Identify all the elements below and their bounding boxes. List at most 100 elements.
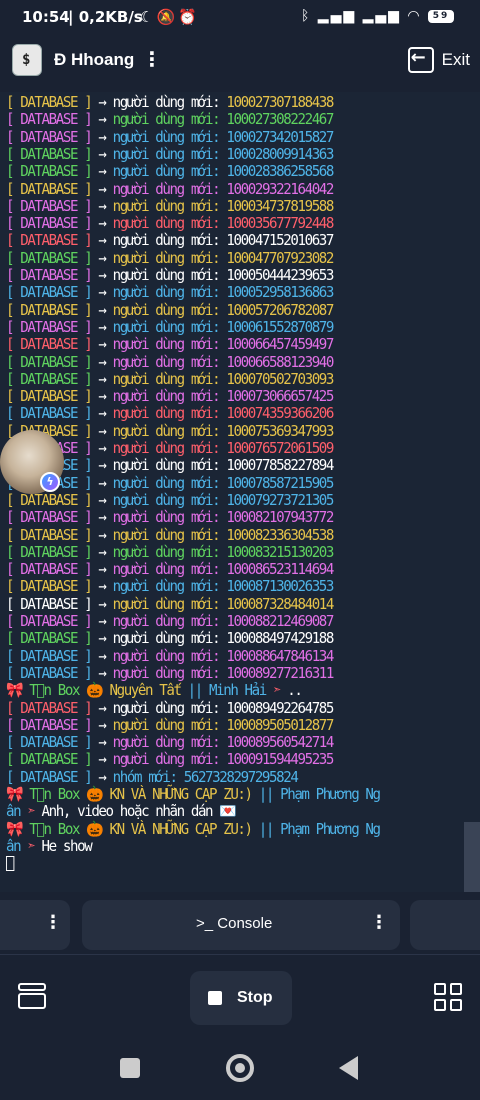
tab-console-label: >_ Console [196, 915, 273, 932]
log-label: người dùng mới: [112, 196, 227, 215]
message-text: He show [41, 836, 93, 855]
terminal-line: ân ➣ He show [6, 836, 93, 856]
log-id: 100082107943772 [226, 508, 334, 527]
terminal-line: [ DATABASE ] → người dùng mới: 100087130… [6, 577, 334, 596]
arrow-icon: → [91, 715, 113, 734]
message-group: KN VÀ NHỮNG CẠP ZU:) [109, 819, 259, 838]
status-left-icons: ☾🔕⏰ [140, 8, 200, 26]
app-bar: Đ Hhoang ⋮ Exit [0, 36, 480, 84]
log-id: 100078587215905 [226, 473, 334, 492]
message-separator: || [258, 785, 281, 803]
terminal-output[interactable]: [ DATABASE ] → người dùng mới: 100027307… [0, 92, 480, 892]
log-id: 100083215130203 [226, 542, 334, 561]
log-label: người dùng mới: [112, 300, 227, 319]
terminal-line: ân ➣ Anh, video hoặc nhãn dán 💌 [6, 803, 237, 821]
arrow-icon: → [91, 750, 113, 769]
mute-icon: 🔕 [156, 8, 179, 26]
exit-icon [407, 47, 434, 73]
log-tag: [ DATABASE ] [6, 196, 93, 215]
log-id: 100061552870879 [226, 317, 334, 336]
log-label: người dùng mới: [112, 421, 227, 440]
terminal-line: [ DATABASE ] → người dùng mới: 100086523… [6, 560, 334, 579]
home-icon[interactable] [226, 1054, 254, 1082]
log-label: người dùng mới: [112, 404, 227, 423]
tab-menu-icon[interactable]: ⋮ [370, 912, 388, 933]
terminal-line: [ DATABASE ] → người dùng mới: 100083215… [6, 542, 334, 562]
signal-icon: ▂▄▆ [317, 8, 357, 24]
arrow-icon: → [91, 93, 113, 111]
terminal-line: 🎀 T󰀀n Box 🎃 Nguyên Tất || Minh Hải ➣ .. [6, 681, 303, 700]
arrow-icon: → [91, 387, 113, 406]
terminal-line: [ DATABASE ] → người dùng mới: 100057206… [6, 300, 334, 320]
log-id: 100066457459497 [226, 335, 334, 354]
log-id: 5627328297295824 [183, 767, 299, 786]
recents-icon[interactable] [120, 1058, 140, 1078]
arrow-icon: → [91, 473, 113, 492]
log-id: 100074359366206 [226, 404, 334, 423]
arrow-icon: → [91, 560, 113, 579]
arrow-icon: → [91, 283, 113, 302]
log-tag: [ DATABASE ] [6, 179, 93, 198]
log-tag: [ DATABASE ] [6, 335, 93, 354]
tab-menu-icon[interactable]: ⋮ [44, 912, 62, 933]
arrow-icon: → [91, 110, 113, 129]
tab-session-left[interactable]: ⋮ [0, 900, 70, 950]
log-tag: [ DATABASE ] [6, 733, 93, 752]
log-label: người dùng mới: [112, 231, 227, 250]
stop-button[interactable]: Stop [190, 971, 292, 1025]
grid-icon[interactable] [434, 983, 462, 1011]
alarm-icon: ⏰ [178, 8, 200, 26]
log-id: 100029322164042 [226, 179, 334, 198]
log-id: 100028386258568 [226, 162, 334, 181]
log-tag: [ DATABASE ] [6, 490, 93, 509]
terminal-scrollbar[interactable] [464, 822, 480, 892]
log-id: 100087130026353 [226, 577, 334, 596]
message-group: KN VÀ NHỮNG CẠP ZU:) [109, 785, 259, 803]
exit-button[interactable]: Exit [407, 45, 470, 75]
log-tag: [ DATABASE ] [6, 283, 93, 302]
battery-icon: 59 [428, 9, 454, 23]
log-label: người dùng mới: [112, 127, 227, 146]
log-tag: [ DATABASE ] [6, 577, 93, 596]
layers-icon[interactable] [18, 983, 46, 1011]
log-label: người dùng mới: [112, 663, 227, 682]
tab-console[interactable]: >_ Console ⋮ [82, 900, 400, 950]
log-id: 100028009914363 [226, 144, 334, 163]
back-icon[interactable] [339, 1056, 358, 1080]
stop-icon [208, 991, 222, 1005]
more-options-icon[interactable]: ⋮ [142, 46, 162, 74]
log-id: 100089492264785 [226, 698, 334, 717]
arrow-icon: → [91, 127, 113, 146]
terminal-line: [ DATABASE ] → người dùng mới: 100089505… [6, 715, 334, 735]
log-label: người dùng mới: [112, 542, 227, 561]
status-time: 10:54 [22, 8, 70, 26]
log-label: người dùng mới: [112, 317, 227, 336]
signal-icon: ▂▄▆ [362, 8, 401, 24]
message-box-label: 🎀 T󰀀n Box 🎃 [6, 819, 110, 838]
wifi-icon: ◠ [407, 8, 422, 24]
exit-label: Exit [441, 50, 470, 69]
terminal-line: [ DATABASE ] → nhóm mới: 562732829729582… [6, 767, 299, 787]
log-tag: [ DATABASE ] [6, 542, 93, 561]
bluetooth-icon: ᛒ [300, 8, 312, 24]
tab-session-right[interactable] [410, 900, 480, 950]
cursor-icon [6, 856, 15, 872]
message-user: Phạm Phương Ng [280, 819, 381, 838]
log-tag: [ DATABASE ] [6, 231, 93, 250]
status-network-speed: | 0,2KB/s [68, 8, 143, 26]
messenger-chat-head[interactable]: ϟ [0, 430, 64, 494]
log-label: người dùng mới: [112, 473, 227, 492]
log-label: người dùng mới: [112, 335, 227, 354]
log-label: người dùng mới: [112, 612, 227, 630]
terminal-line: [ DATABASE ] → người dùng mới: 100066457… [6, 335, 334, 354]
log-label: người dùng mới: [112, 733, 227, 752]
arrow-icon: → [91, 162, 113, 181]
log-tag: [ DATABASE ] [6, 214, 93, 233]
log-label: người dùng mới: [112, 594, 227, 613]
log-label: người dùng mới: [112, 560, 227, 579]
arrow-icon: → [91, 629, 113, 648]
arrow-icon: → [91, 542, 113, 561]
terminal-line: [ DATABASE ] → người dùng mới: 100027307… [6, 93, 334, 112]
terminal-line: [ DATABASE ] → người dùng mới: 100070502… [6, 370, 334, 389]
log-tag: [ DATABASE ] [6, 352, 93, 371]
